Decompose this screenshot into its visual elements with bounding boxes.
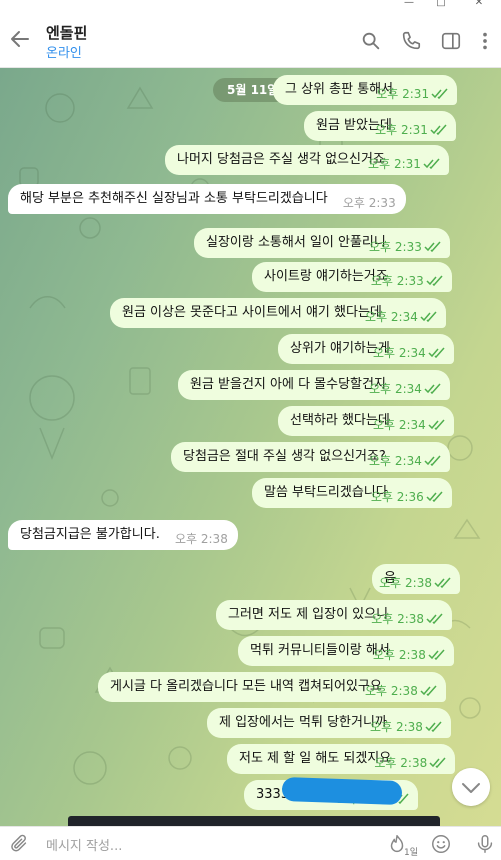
message-bubble[interactable]: 제 입장에서는 먹튀 당한거니까 오후 2:38 <box>207 708 451 738</box>
message-time: 오후 2:38 <box>374 756 428 770</box>
message-time: 오후 2:36 <box>370 490 424 504</box>
message-text: 나머지 당첨금은 주실 생각 없으신거죠 <box>177 152 385 167</box>
message-input[interactable]: 메시지 작성... <box>46 835 122 854</box>
window-bar: — □ ✕ <box>0 0 501 10</box>
message-bubble[interactable]: 원금 받을건지 아에 다 몰수당할건지 오후 2:34 <box>178 370 450 400</box>
emoji-icon[interactable] <box>430 833 452 855</box>
message-time: 오후 2:38 <box>371 612 425 626</box>
message-list[interactable]: 5월 11일 그 상위 총판 통해서 오후 2:31 원금 받았는데 오후 2:… <box>0 68 501 826</box>
chat-title[interactable]: 엔돌핀 <box>46 22 87 43</box>
message-bubble[interactable]: 선택하라 했다는데 오후 2:34 <box>278 406 454 436</box>
message-time: 오후 2:31 <box>368 157 421 171</box>
message-text: 말씀 부탁드리겠습니다 <box>264 485 388 500</box>
chevron-down-icon[interactable] <box>452 768 490 806</box>
message-text: 저도 제 할 일 해도 되겠지요 <box>239 751 392 766</box>
checkmarks-icon <box>431 88 448 99</box>
message-time: 오후 2:38 <box>174 532 228 546</box>
message-time: 오후 2:31 <box>375 123 428 137</box>
minimize-icon[interactable]: — <box>400 0 418 9</box>
message-bubble[interactable]: 먹튀 커뮤니티들이랑 해서 오후 2:38 <box>238 636 454 666</box>
message-text: 게시글 다 올리겠습니다 모든 내역 캡쳐되어있구요 <box>110 679 382 694</box>
maximize-icon[interactable]: □ <box>432 0 450 9</box>
paperclip-icon[interactable] <box>8 833 30 855</box>
message-time: 오후 2:38 <box>379 576 432 590</box>
message-time: 오후 2:34 <box>369 382 422 396</box>
message-text: 그러면 저도 제 입장이 있으니 <box>228 607 389 622</box>
checkmarks-icon <box>423 158 440 169</box>
message-bubble[interactable]: 당첨금은 절대 주실 생각 없으신거죠? 오후 2:34 <box>171 442 450 472</box>
chat-header: 엔돌핀 온라인 <box>0 10 501 68</box>
message-bubble[interactable]: 저도 제 할 일 해도 되겠지요 오후 2:38 <box>227 744 456 774</box>
checkmarks-icon <box>420 311 437 322</box>
message-bubble[interactable]: 상위가 얘기하는게 오후 2:34 <box>278 334 454 364</box>
checkmarks-icon <box>426 491 443 502</box>
message-text: 사이트랑 얘기하는거죠 <box>264 269 388 284</box>
phone-icon[interactable] <box>400 30 422 52</box>
message-bubble[interactable]: 실장이랑 소통해서 일이 안풀리니 오후 2:33 <box>194 228 450 258</box>
checkmarks-icon <box>425 721 442 732</box>
message-bubble[interactable]: 그러면 저도 제 입장이 있으니 오후 2:38 <box>216 600 453 630</box>
close-icon[interactable]: ✕ <box>470 0 488 9</box>
sidebar-icon[interactable] <box>440 30 462 52</box>
message-text: 원금 이상은 못준다고 사이트에서 얘기 했다는데 <box>122 305 382 320</box>
media-preview-strip <box>68 816 440 826</box>
message-time: 오후 2:33 <box>342 196 396 210</box>
message-text: 당첨금은 절대 주실 생각 없으신거죠? <box>183 449 386 464</box>
message-text: 먹튀 커뮤니티들이랑 해서 <box>250 643 390 658</box>
message-time: 오후 2:38 <box>364 684 418 698</box>
checkmarks-icon <box>428 649 445 660</box>
checkmarks-icon <box>420 685 437 696</box>
message-bubble[interactable]: 사이트랑 얘기하는거죠 오후 2:33 <box>252 262 452 292</box>
message-composer: 메시지 작성... 1일 <box>0 826 501 860</box>
message-bubble[interactable]: 당첨금지급은 불가합니다. 오후 2:38 <box>8 520 238 550</box>
message-time: 오후 2:34 <box>372 418 426 432</box>
message-time: 오후 2:33 <box>370 274 424 288</box>
checkmarks-icon <box>434 577 451 588</box>
message-time: 오후 2:31 <box>376 87 430 101</box>
checkmarks-icon <box>430 124 447 135</box>
message-bubble[interactable]: 음 오후 2:38 <box>372 564 460 594</box>
online-status: 온라인 <box>46 46 82 61</box>
message-text: 제 입장에서는 먹튀 당한거니까 <box>219 715 387 730</box>
message-bubble[interactable]: 원금 받았는데 오후 2:31 <box>304 111 456 141</box>
message-time: 오후 2:34 <box>369 454 422 468</box>
checkmarks-icon <box>426 613 443 624</box>
checkmarks-icon <box>428 347 445 358</box>
message-bubble[interactable]: 게시글 다 올리겠습니다 모든 내역 캡쳐되어있구요 오후 2:38 <box>98 672 446 702</box>
message-bubble[interactable]: 해당 부분은 추천해주신 실장님과 소통 부탁드리겠습니다 오후 2:33 <box>8 184 406 214</box>
message-bubble[interactable]: 말씀 부탁드리겠습니다 오후 2:36 <box>252 478 452 508</box>
more-icon[interactable] <box>474 30 496 52</box>
message-bubble[interactable]: 그 상위 총판 통해서 오후 2:31 <box>273 75 458 105</box>
message-text: 해당 부분은 추천해주신 실장님과 소통 부탁드리겠습니다 <box>20 191 328 206</box>
message-text: 원금 받을건지 아에 다 몰수당할건지 <box>190 377 386 392</box>
message-time: 오후 2:33 <box>369 240 422 254</box>
checkmarks-icon <box>424 383 441 394</box>
search-icon[interactable] <box>360 30 382 52</box>
back-arrow-icon[interactable] <box>8 27 32 51</box>
message-time: 오후 2:34 <box>365 310 418 324</box>
message-bubble[interactable]: 나머지 당첨금은 주실 생각 없으신거죠 오후 2:31 <box>165 145 449 175</box>
checkmarks-icon <box>426 275 443 286</box>
checkmarks-icon <box>424 241 441 252</box>
message-time: 오후 2:38 <box>370 720 423 734</box>
message-bubble[interactable]: 원금 이상은 못준다고 사이트에서 얘기 했다는데 오후 2:34 <box>110 298 446 328</box>
checkmarks-icon <box>429 757 446 768</box>
message-text: 당첨금지급은 불가합니다. <box>20 527 160 542</box>
message-text: 실장이랑 소통해서 일이 안풀리니 <box>206 235 386 250</box>
message-time: 오후 2:34 <box>372 346 426 360</box>
message-time: 오후 2:38 <box>372 648 426 662</box>
checkmarks-icon <box>428 419 445 430</box>
microphone-icon[interactable] <box>474 833 496 855</box>
redaction-scribble <box>281 776 403 806</box>
checkmarks-icon <box>424 455 441 466</box>
timer-label: 1일 <box>404 848 419 858</box>
